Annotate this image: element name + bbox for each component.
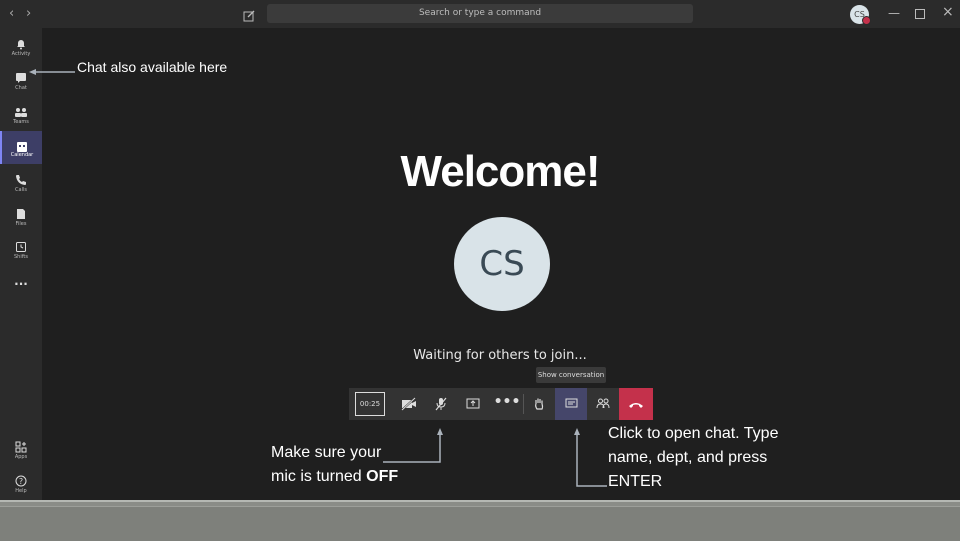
annotation-chat-sidebar: Chat also available here [77, 59, 228, 75]
arrow-head [437, 428, 443, 435]
annotation-mic-line1: Make sure your [271, 444, 382, 461]
arrow-head [574, 428, 580, 435]
arrow-head [29, 69, 36, 75]
annotation-mic: Make sure your mic is turned OFF [271, 441, 441, 489]
annotation-mic-line2: mic is turned [271, 468, 367, 485]
annotation-chat-button: Click to open chat. Type name, dept, and… [608, 425, 779, 490]
annotation-mic-off: OFF [366, 468, 399, 485]
arrow-chat-button [576, 433, 607, 487]
bottom-band-inner [0, 506, 960, 541]
